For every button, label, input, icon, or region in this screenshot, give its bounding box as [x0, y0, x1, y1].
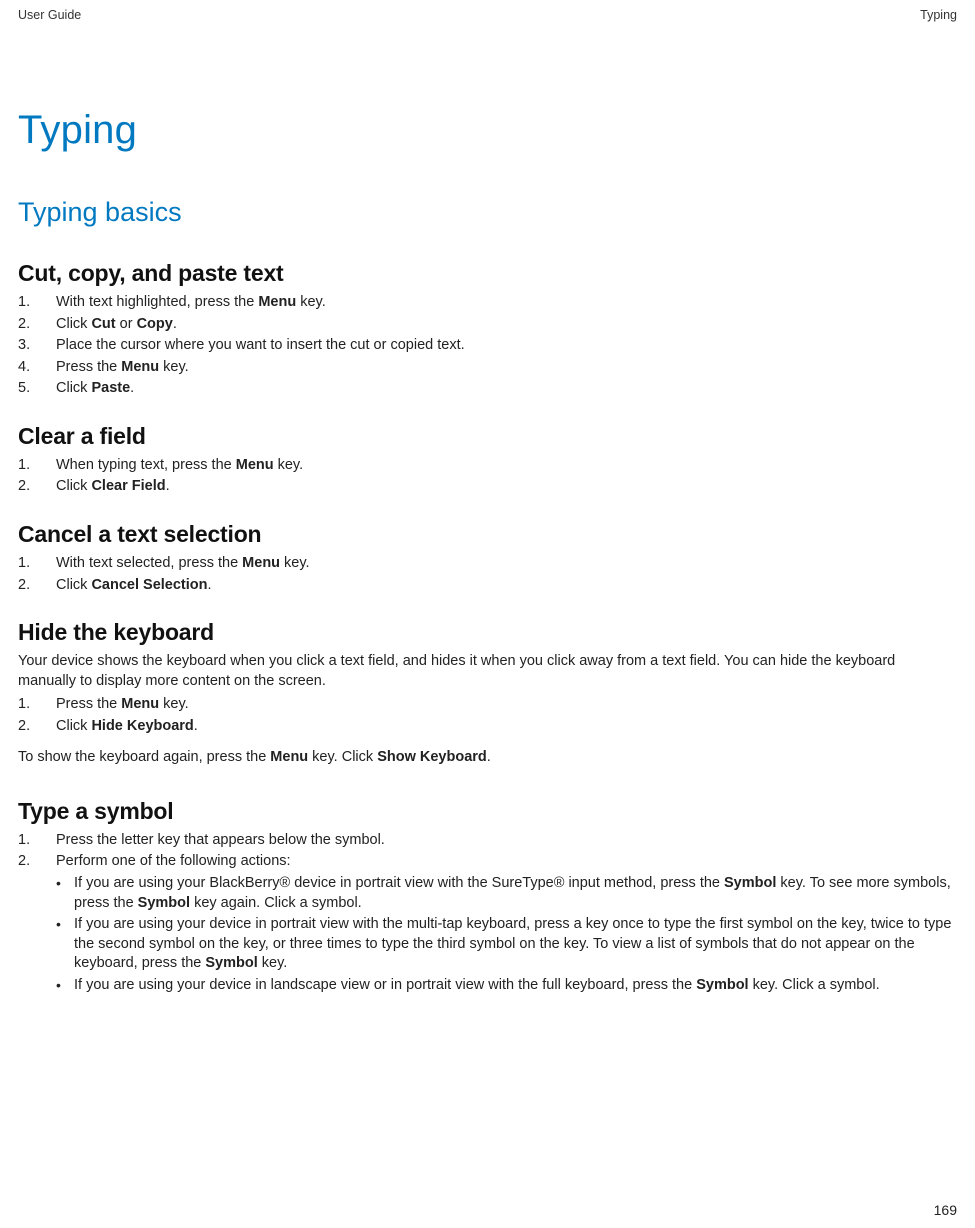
- step: Press the Menu key.: [18, 358, 957, 378]
- step: Place the cursor where you want to inser…: [18, 336, 957, 356]
- section-hide-keyboard: Hide the keyboard Your device shows the …: [18, 619, 957, 768]
- steps-cut: With text highlighted, press the Menu ke…: [18, 293, 957, 399]
- step: With text selected, press the Menu key.: [18, 554, 957, 574]
- section-type-symbol: Type a symbol Press the letter key that …: [18, 798, 957, 996]
- header-right: Typing: [920, 8, 957, 22]
- bullet: If you are using your BlackBerry® device…: [56, 874, 957, 913]
- steps-cancel: With text selected, press the Menu key. …: [18, 554, 957, 595]
- steps-hide: Press the Menu key. Click Hide Keyboard.: [18, 695, 957, 736]
- step: When typing text, press the Menu key.: [18, 456, 957, 476]
- section-clear-field: Clear a field When typing text, press th…: [18, 423, 957, 497]
- sub-bullet-list: If you are using your BlackBerry® device…: [56, 874, 957, 995]
- heading-symbol: Type a symbol: [18, 798, 957, 825]
- bullet: If you are using your device in portrait…: [56, 915, 957, 974]
- steps-clear: When typing text, press the Menu key. Cl…: [18, 456, 957, 497]
- step: With text highlighted, press the Menu ke…: [18, 293, 957, 313]
- page-title: Typing: [18, 108, 957, 153]
- step: Perform one of the following actions: If…: [18, 852, 957, 995]
- paragraph: To show the keyboard again, press the Me…: [18, 748, 957, 768]
- step: Click Hide Keyboard.: [18, 717, 957, 737]
- section-subtitle: Typing basics: [18, 197, 957, 228]
- step: Click Cancel Selection.: [18, 576, 957, 596]
- steps-symbol: Press the letter key that appears below …: [18, 831, 957, 996]
- paragraph: Your device shows the keyboard when you …: [18, 652, 957, 691]
- section-cancel-selection: Cancel a text selection With text select…: [18, 521, 957, 595]
- step: Click Cut or Copy.: [18, 315, 957, 335]
- heading-cancel: Cancel a text selection: [18, 521, 957, 548]
- page-header: User Guide Typing: [18, 8, 957, 22]
- heading-hide: Hide the keyboard: [18, 619, 957, 646]
- step: Press the Menu key.: [18, 695, 957, 715]
- bullet: If you are using your device in landscap…: [56, 976, 957, 996]
- step: Press the letter key that appears below …: [18, 831, 957, 851]
- page: User Guide Typing Typing Typing basics C…: [0, 0, 975, 1228]
- heading-clear: Clear a field: [18, 423, 957, 450]
- step: Click Clear Field.: [18, 477, 957, 497]
- heading-cut: Cut, copy, and paste text: [18, 260, 957, 287]
- page-number: 169: [934, 1202, 957, 1218]
- header-left: User Guide: [18, 8, 81, 22]
- step: Click Paste.: [18, 379, 957, 399]
- section-cut-copy-paste: Cut, copy, and paste text With text high…: [18, 260, 957, 399]
